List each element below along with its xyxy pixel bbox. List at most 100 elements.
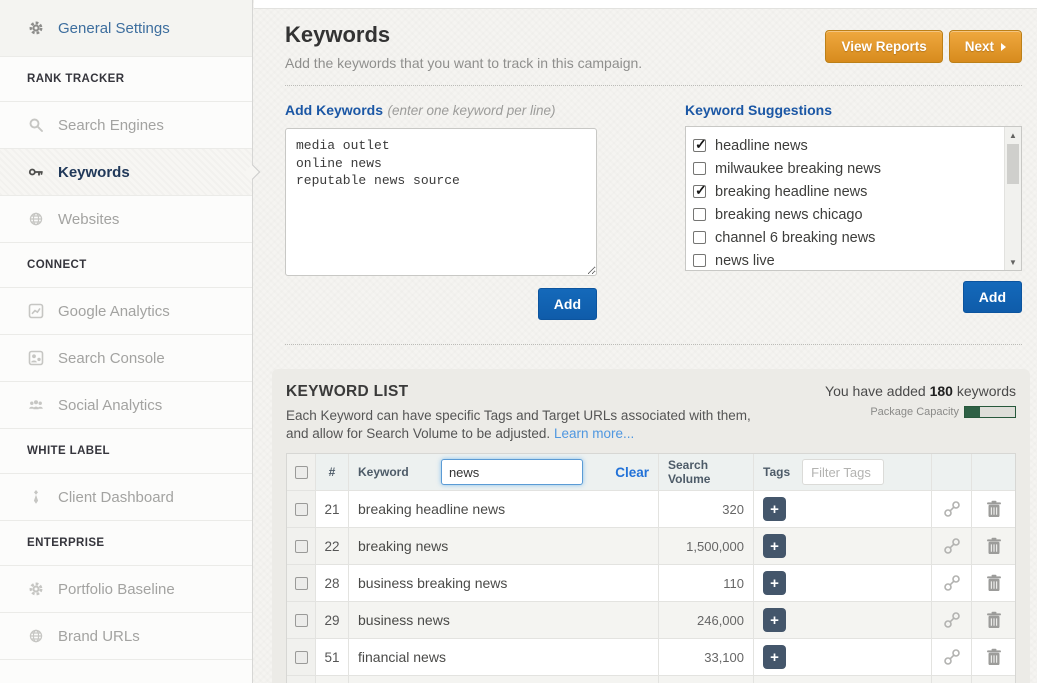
keyword-cell: business news: [349, 602, 659, 639]
globe-icon: [27, 628, 45, 644]
sidebar-item-websites[interactable]: Websites: [0, 196, 252, 243]
suggestion-option[interactable]: milwaukee breaking news: [693, 157, 1003, 180]
checkbox[interactable]: [693, 231, 706, 244]
sidebar-item-search-engines[interactable]: Search Engines: [0, 102, 252, 149]
globe-icon: [27, 211, 45, 227]
table-row: 29 business news 246,000 +: [287, 602, 1015, 639]
target-url-button[interactable]: [932, 639, 972, 676]
play-icon: [1001, 43, 1006, 51]
row-checkbox[interactable]: [295, 651, 308, 664]
row-checkbox[interactable]: [295, 614, 308, 627]
trash-icon: [986, 500, 1002, 518]
table-header-row: # Keyword Clear Search Volume Tags: [287, 454, 1015, 491]
sidebar-item-label: General Settings: [58, 20, 170, 37]
target-url-button[interactable]: [932, 602, 972, 639]
keyword-list-description: Each Keyword can have specific Tags and …: [286, 407, 751, 443]
next-button[interactable]: Next: [949, 30, 1022, 63]
row-checkbox[interactable]: [295, 503, 308, 516]
add-tag-button[interactable]: +: [763, 645, 786, 669]
sidebar-item-social-analytics[interactable]: Social Analytics: [0, 382, 252, 429]
add-keywords-textarea[interactable]: media outlet online news reputable news …: [285, 128, 597, 276]
key-icon: [27, 164, 45, 180]
delete-button[interactable]: [972, 491, 1015, 528]
filter-tags-input[interactable]: [802, 459, 884, 485]
search-volume-cell: 320: [659, 491, 754, 528]
sidebar-item-label: Search Engines: [58, 117, 164, 134]
search-volume-cell: 90,500: [659, 676, 754, 683]
checkbox[interactable]: [693, 254, 706, 267]
keyword-cell: breaking headline news: [349, 491, 659, 528]
checkbox-checked[interactable]: [693, 139, 706, 152]
keyword-list-title: KEYWORD LIST: [286, 383, 751, 401]
learn-more-link[interactable]: Learn more...: [554, 426, 634, 441]
column-header-tags: Tags: [763, 465, 790, 479]
sidebar-section-enterprise: ENTERPRISE: [0, 521, 252, 566]
sidebar-item-label: Brand URLs: [58, 628, 140, 645]
sidebar-item-keywords[interactable]: Keywords: [0, 149, 252, 196]
header-buttons: View Reports Next: [825, 30, 1022, 63]
trash-icon: [986, 537, 1002, 555]
add-keywords-button[interactable]: Add: [538, 288, 597, 320]
sidebar-item-client-dashboard[interactable]: Client Dashboard: [0, 474, 252, 521]
delete-button[interactable]: [972, 565, 1015, 602]
suggestion-option[interactable]: breaking headline news: [693, 180, 1003, 203]
add-suggestions-button[interactable]: Add: [963, 281, 1022, 313]
sidebar-item-label: Portfolio Baseline: [58, 581, 175, 598]
sidebar-item-label: Social Analytics: [58, 397, 162, 414]
suggestion-option[interactable]: headline news: [693, 134, 1003, 157]
scroll-down-icon[interactable]: ▼: [1005, 254, 1021, 270]
keyword-filter-input[interactable]: [441, 459, 583, 485]
suggestion-option[interactable]: channel 6 breaking news: [693, 226, 1003, 249]
keyword-cell: breaking news: [349, 528, 659, 565]
scrollbar[interactable]: ▲ ▼: [1004, 127, 1021, 270]
trash-icon: [986, 611, 1002, 629]
delete-button[interactable]: [972, 602, 1015, 639]
chart-icon: [27, 303, 45, 319]
checkbox[interactable]: [693, 162, 706, 175]
checkbox-checked[interactable]: [693, 185, 706, 198]
table-row: 60 headline news 90,500 +: [287, 676, 1015, 683]
checkbox[interactable]: [693, 208, 706, 221]
sidebar-item-label: Websites: [58, 211, 119, 228]
gear-icon: [27, 20, 45, 36]
delete-button[interactable]: [972, 676, 1015, 683]
suggestion-option[interactable]: news live: [693, 249, 1003, 271]
sidebar-item-portfolio-baseline[interactable]: Portfolio Baseline: [0, 566, 252, 613]
clear-filter-link[interactable]: Clear: [615, 465, 649, 480]
target-url-button[interactable]: [932, 491, 972, 528]
add-tag-button[interactable]: +: [763, 608, 786, 632]
delete-button[interactable]: [972, 639, 1015, 676]
divider: [285, 85, 1022, 86]
search-volume-cell: 110: [659, 565, 754, 602]
table-row: 21 breaking headline news 320 +: [287, 491, 1015, 528]
link-icon: [943, 611, 961, 629]
delete-button[interactable]: [972, 528, 1015, 565]
keyword-cell: business breaking news: [349, 565, 659, 602]
sidebar-item-search-console[interactable]: Search Console: [0, 335, 252, 382]
view-reports-button[interactable]: View Reports: [825, 30, 942, 63]
link-icon: [943, 574, 961, 592]
trash-icon: [986, 574, 1002, 592]
target-url-button[interactable]: [932, 565, 972, 602]
suggestion-option[interactable]: breaking news chicago: [693, 203, 1003, 226]
search-volume-cell: 1,500,000: [659, 528, 754, 565]
keywords-added-count: You have added 180 keywords: [825, 383, 1016, 399]
sidebar-item-general-settings[interactable]: General Settings: [0, 0, 252, 57]
add-tag-button[interactable]: +: [763, 534, 786, 558]
select-all-checkbox[interactable]: [295, 466, 308, 479]
row-checkbox[interactable]: [295, 540, 308, 553]
sidebar-item-label: Google Analytics: [58, 303, 170, 320]
sidebar-item-brand-urls[interactable]: Brand URLs: [0, 613, 252, 660]
add-tag-button[interactable]: +: [763, 571, 786, 595]
sidebar-item-google-analytics[interactable]: Google Analytics: [0, 288, 252, 335]
add-tag-button[interactable]: +: [763, 497, 786, 521]
keyword-suggestions-label: Keyword Suggestions: [685, 102, 1022, 118]
target-url-button[interactable]: [932, 676, 972, 683]
row-checkbox[interactable]: [295, 577, 308, 590]
capacity-bar: [964, 406, 1016, 418]
keyword-list-panel: KEYWORD LIST Each Keyword can have speci…: [272, 369, 1030, 683]
scroll-up-icon[interactable]: ▲: [1005, 127, 1021, 143]
keyword-cell: headline news: [349, 676, 659, 683]
target-url-button[interactable]: [932, 528, 972, 565]
scrollbar-thumb[interactable]: [1007, 144, 1019, 184]
